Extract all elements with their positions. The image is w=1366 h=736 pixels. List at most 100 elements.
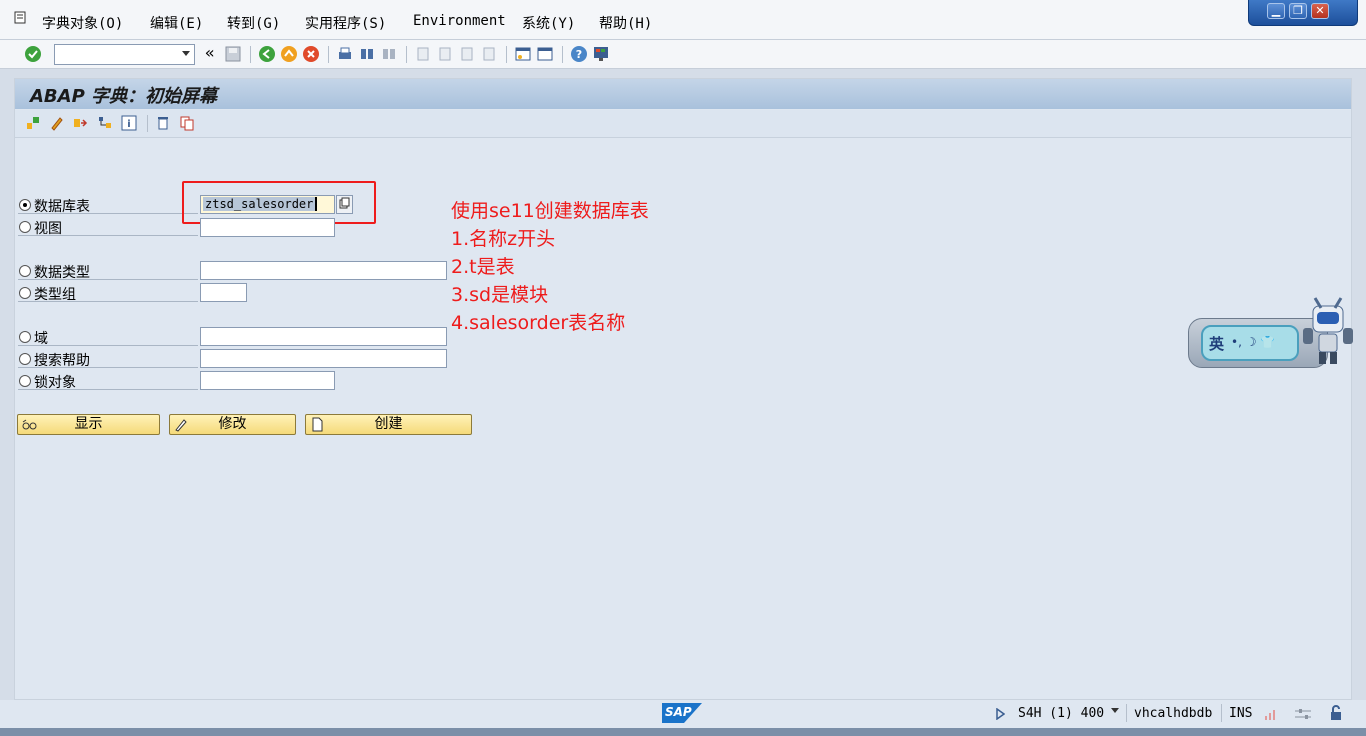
menu-environment[interactable]: Environment — [413, 13, 506, 29]
radio-view[interactable]: 视图 — [18, 218, 198, 237]
system-dropdown-icon[interactable] — [1111, 708, 1119, 713]
next-page-icon[interactable] — [458, 45, 476, 63]
settings-sliders-icon[interactable] — [1294, 706, 1312, 722]
ime-symbols: •, ☽ 👕 — [1231, 335, 1276, 349]
close-button[interactable]: ✕ — [1311, 3, 1329, 19]
search-help-input[interactable] — [200, 349, 447, 368]
menu-icon[interactable] — [14, 11, 28, 25]
find-next-icon[interactable] — [380, 45, 398, 63]
svg-text:i: i — [127, 119, 130, 130]
label-lock-object: 锁对象 — [34, 375, 76, 391]
radio-type-group[interactable]: 类型组 — [18, 284, 198, 303]
menu-utilities[interactable]: 实用程序(S) — [305, 13, 386, 33]
lock-object-input[interactable] — [200, 371, 335, 390]
create-button[interactable]: 创建 — [305, 414, 472, 435]
menu-dictionary-object[interactable]: 字典对象(O) — [42, 13, 123, 33]
taskbar — [0, 728, 1366, 736]
annotation-line: 2.t是表 — [451, 256, 515, 278]
annotation-line: 1.名称z开头 — [451, 228, 556, 250]
radio-button-selected[interactable] — [19, 199, 31, 211]
robot-mascot-icon — [1303, 297, 1353, 364]
delete-icon[interactable] — [155, 115, 171, 131]
system-info: S4H (1) 400 — [1018, 706, 1105, 721]
cancel-icon[interactable] — [302, 45, 320, 63]
last-page-icon[interactable] — [480, 45, 498, 63]
data-type-input[interactable] — [200, 261, 447, 280]
menu-goto[interactable]: 转到(G) — [227, 13, 280, 33]
radio-search-help[interactable]: 搜索帮助 — [18, 350, 198, 369]
standard-toolbar: « ? — [0, 40, 1366, 69]
annotation-line: 4.salesorder表名称 — [451, 312, 626, 334]
exit-icon[interactable] — [280, 45, 298, 63]
save-icon[interactable] — [224, 45, 242, 63]
pencil-icon — [175, 419, 187, 432]
command-field[interactable] — [54, 44, 195, 65]
type-group-input[interactable] — [200, 283, 247, 302]
info-icon[interactable]: i — [121, 115, 137, 131]
label-database-table: 数据库表 — [34, 199, 90, 215]
glasses-icon — [22, 419, 37, 430]
value-help-icon[interactable] — [336, 195, 353, 214]
restore-button[interactable]: ❐ — [1289, 3, 1307, 19]
lock-icon[interactable] — [1328, 705, 1344, 721]
previous-page-icon[interactable] — [436, 45, 454, 63]
annotation-line: 3.sd是模块 — [451, 284, 549, 306]
shortcut-icon[interactable] — [536, 45, 554, 63]
enter-icon[interactable] — [24, 45, 42, 63]
status-expand-icon[interactable] — [996, 708, 1005, 720]
label-view: 视图 — [34, 221, 62, 237]
help-icon[interactable]: ? — [570, 45, 588, 63]
minimize-button[interactable]: ▁ — [1267, 3, 1285, 19]
view-input[interactable] — [200, 218, 335, 237]
change-button[interactable]: 修改 — [169, 414, 296, 435]
annotation-line: 使用se11创建数据库表 — [451, 200, 649, 222]
label-search-help: 搜索帮助 — [34, 353, 90, 369]
ime-language: 英 — [1209, 335, 1225, 353]
server-name: vhcalhdbdb — [1134, 706, 1213, 721]
display-button-label: 显示 — [74, 416, 103, 432]
new-document-icon — [312, 417, 323, 432]
label-type-group: 类型组 — [34, 287, 76, 303]
create-button-label: 创建 — [374, 416, 403, 432]
menu-help[interactable]: 帮助(H) — [599, 13, 652, 33]
radio-domain[interactable]: 域 — [18, 328, 198, 347]
database-table-value: ztsd_salesorder — [203, 197, 318, 211]
label-domain: 域 — [34, 331, 48, 347]
menu-bar: 字典对象(O) 编辑(E) 转到(G) 实用程序(S) Environment … — [0, 0, 1366, 40]
radio-button[interactable] — [19, 353, 31, 365]
sap-logo-text: SAP — [665, 705, 692, 719]
radio-database-table[interactable]: 数据库表 — [18, 196, 198, 215]
radio-button[interactable] — [19, 265, 31, 277]
menu-system[interactable]: 系统(Y) — [522, 13, 575, 33]
radio-button[interactable] — [19, 331, 31, 343]
change-pencil-icon[interactable] — [49, 115, 65, 131]
database-table-input[interactable]: ztsd_salesorder — [200, 195, 335, 214]
other-object-icon[interactable] — [25, 115, 41, 131]
radio-button[interactable] — [19, 287, 31, 299]
dropdown-arrow-icon[interactable] — [182, 51, 190, 56]
collapse-icon[interactable]: « — [205, 43, 223, 62]
copy-icon[interactable] — [179, 115, 195, 131]
application-toolbar: i — [15, 110, 1351, 138]
window-controls: ▁ ❐ ✕ — [1248, 0, 1358, 26]
display-button[interactable]: 显示 — [17, 414, 160, 435]
back-icon[interactable] — [258, 45, 276, 63]
radio-button[interactable] — [19, 375, 31, 387]
radio-data-type[interactable]: 数据类型 — [18, 262, 198, 281]
print-icon[interactable] — [336, 45, 354, 63]
label-data-type: 数据类型 — [34, 265, 90, 281]
menu-edit[interactable]: 编辑(E) — [150, 13, 203, 33]
insert-mode: INS — [1229, 706, 1253, 721]
find-icon[interactable] — [358, 45, 376, 63]
domain-input[interactable] — [200, 327, 447, 346]
radio-lock-object[interactable]: 锁对象 — [18, 372, 198, 391]
create-session-icon[interactable] — [514, 45, 532, 63]
change-button-label: 修改 — [218, 416, 247, 432]
radio-button[interactable] — [19, 221, 31, 233]
sap-logo: SAP — [662, 703, 702, 723]
where-used-icon[interactable] — [72, 115, 88, 131]
first-page-icon[interactable] — [414, 45, 432, 63]
signal-icon — [1265, 710, 1275, 720]
hierarchy-icon[interactable] — [97, 115, 113, 131]
customize-layout-icon[interactable] — [592, 45, 610, 63]
